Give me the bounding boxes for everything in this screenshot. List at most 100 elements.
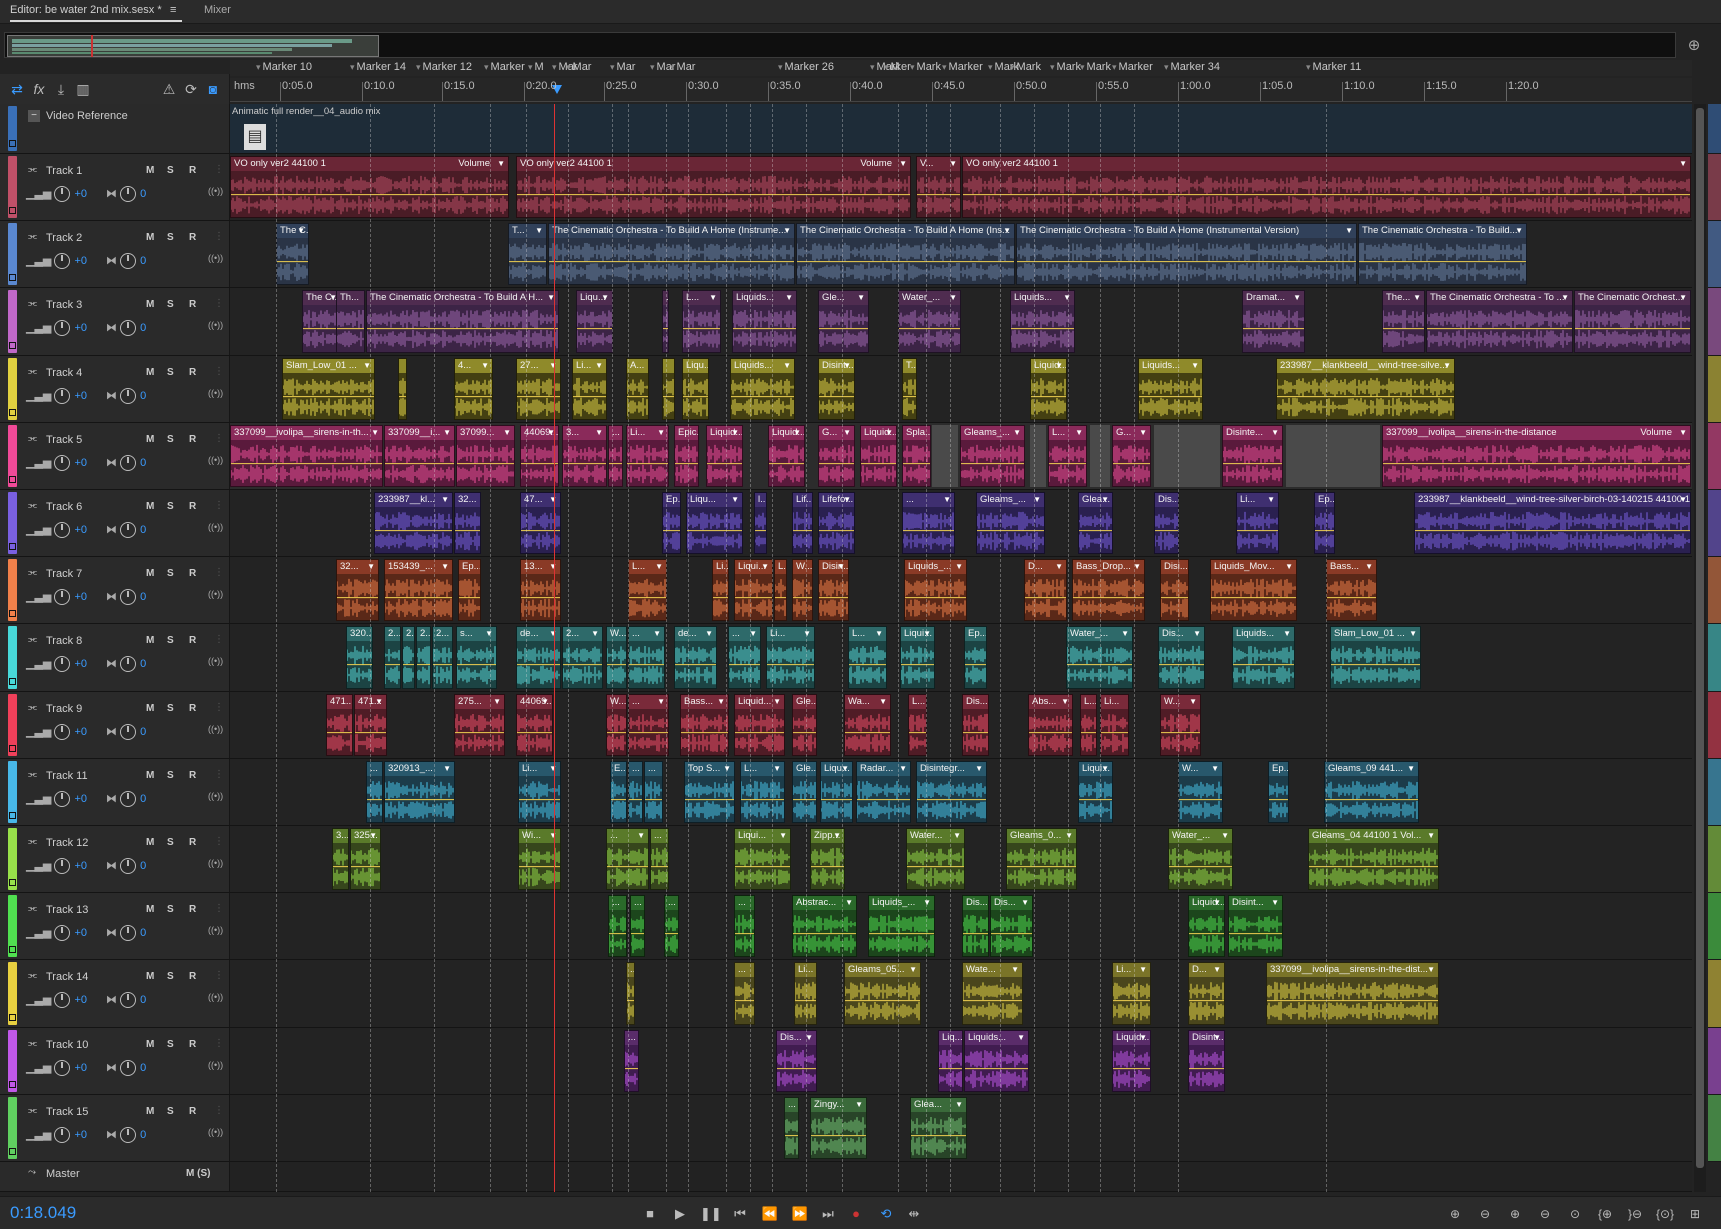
effects-icon[interactable]: fx (30, 80, 48, 98)
track-color-strip[interactable] (8, 760, 17, 823)
volume-value[interactable]: +0 (74, 1062, 87, 1074)
audio-clip[interactable]: Dis... (962, 693, 989, 756)
audio-clip[interactable]: Disint... ▼ (818, 357, 855, 420)
clip-dropdown-icon[interactable]: ▼ (549, 762, 557, 776)
pan-knob[interactable] (120, 1126, 137, 1143)
track-name[interactable]: Track 10 (46, 1039, 88, 1051)
clip-dropdown-icon[interactable]: ▼ (441, 560, 449, 574)
marker-label[interactable]: Marker 10 (256, 61, 313, 73)
audio-clip[interactable]: Li... ▼ (518, 760, 561, 823)
audio-clip[interactable]: W... (792, 559, 813, 622)
clip-dropdown-icon[interactable]: ▼ (843, 493, 851, 507)
pan-value[interactable]: 0 (140, 658, 146, 670)
audio-clip[interactable]: Gleams_0... ▼ (1006, 828, 1077, 891)
volume-value[interactable]: +0 (74, 390, 87, 402)
output-icon[interactable]: ((•)) (208, 858, 223, 868)
volume-control[interactable]: ▁▃▅ +0 (26, 589, 87, 606)
volume-value[interactable]: +0 (74, 255, 87, 267)
audio-clip[interactable]: The Cinematic Orchestra - To Build... ▼ (1358, 223, 1527, 286)
audio-clip[interactable]: Glea... ▼ (910, 1096, 967, 1159)
audio-clip[interactable]: E... (610, 760, 627, 823)
pan-value[interactable]: 0 (140, 927, 146, 939)
audio-clip[interactable]: G... ▼ (818, 424, 855, 487)
volume-knob[interactable] (54, 522, 71, 538)
clip-dropdown-icon[interactable]: ▼ (845, 896, 853, 910)
track-lane[interactable]: The C... ▼ Th... The Cinematic Orchestra - … (230, 288, 1692, 354)
record-arm-button[interactable]: R (189, 1106, 196, 1117)
clip-dropdown-icon[interactable]: ▼ (1679, 291, 1687, 305)
output-icon[interactable]: ((•)) (208, 724, 223, 734)
clip-dropdown-icon[interactable]: ▼ (1021, 896, 1029, 910)
track-name[interactable]: Track 8 (46, 635, 82, 647)
output-icon[interactable]: ((•)) (208, 320, 223, 330)
audio-clip[interactable]: Water_... ▼ (1066, 626, 1133, 689)
clip-dropdown-icon[interactable]: ▼ (875, 627, 883, 641)
collapse-icon[interactable]: − (28, 110, 40, 122)
audio-clip[interactable]: Li... ▼ (1236, 492, 1279, 555)
clip-dropdown-icon[interactable]: ▼ (1345, 224, 1353, 238)
clip-dropdown-icon[interactable]: ▼ (843, 426, 851, 440)
audio-clip[interactable]: Glea... ▼ (1078, 492, 1113, 555)
clip-dropdown-icon[interactable]: ▼ (1063, 291, 1071, 305)
clip-dropdown-icon[interactable]: ▼ (899, 157, 907, 171)
volume-value[interactable]: +0 (74, 457, 87, 469)
pan-knob[interactable] (120, 1059, 137, 1076)
audio-clip[interactable]: L... ▼ (740, 760, 785, 823)
audio-clip[interactable]: s... ▼ (456, 626, 497, 689)
audio-clip[interactable]: 325... ▼ (350, 828, 381, 891)
clip-dropdown-icon[interactable]: ▼ (1065, 829, 1073, 843)
clip-dropdown-icon[interactable]: ▼ (731, 426, 739, 440)
audio-clip[interactable]: A... (626, 357, 649, 420)
audio-clip[interactable]: The Cinematic Orchestra - To ... ▼ (1426, 290, 1573, 353)
audio-clip[interactable]: W... ▼ (1160, 693, 1201, 756)
marker-label[interactable]: Marker (942, 61, 983, 73)
audio-clip[interactable]: L... ▼ (628, 559, 667, 622)
track-lane[interactable]: ...320913_...▼Li...▼E.........Top S...▼L… (230, 759, 1692, 825)
volume-control[interactable]: ▁▃▅ +0 (26, 387, 87, 404)
audio-clip[interactable]: 2... (416, 626, 431, 689)
clip-dropdown-icon[interactable]: ▼ (1271, 426, 1279, 440)
pan-knob[interactable] (120, 522, 137, 538)
clip-dropdown-icon[interactable]: ▼ (1133, 560, 1141, 574)
clip-dropdown-icon[interactable]: ▼ (1017, 1031, 1025, 1045)
drag-handle-icon[interactable]: ⋮ (214, 567, 224, 578)
mute-button[interactable]: M (146, 232, 154, 243)
volume-control[interactable]: ▁▃▅ +0 (26, 790, 87, 807)
audio-clip[interactable]: Liquids... ▼ (1138, 357, 1203, 420)
pan-control[interactable]: ⧓ 0 (106, 186, 146, 202)
clip-dropdown-icon[interactable]: ▼ (1013, 426, 1021, 440)
marker-label[interactable]: Marker (1112, 61, 1153, 73)
marker-label[interactable]: Mark (910, 61, 941, 73)
pan-knob[interactable] (120, 253, 137, 270)
track-name[interactable]: Track 3 (46, 299, 82, 311)
audio-clip[interactable]: W... (606, 693, 627, 756)
audio-clip[interactable]: Gleams_... ▼ (976, 492, 1045, 555)
overview-visible-range[interactable] (7, 35, 379, 57)
audio-clip[interactable]: ... (608, 895, 627, 958)
record-arm-button[interactable]: R (189, 1039, 196, 1050)
volume-value[interactable]: +0 (74, 793, 87, 805)
audio-clip[interactable]: Dis... (1154, 492, 1179, 555)
audio-clip[interactable]: ... (628, 760, 643, 823)
marker-label[interactable]: Mark (1010, 61, 1041, 73)
zoom-selection-icon[interactable]: {⊙} (1654, 1204, 1676, 1224)
clip-dropdown-icon[interactable]: ▼ (1213, 896, 1221, 910)
pan-knob[interactable] (120, 454, 137, 471)
solo-button[interactable]: S (167, 434, 174, 445)
clip-dropdown-icon[interactable]: ▼ (843, 359, 851, 373)
eq-icon[interactable]: ▥ (74, 80, 92, 98)
mute-button[interactable]: M (146, 568, 154, 579)
track-color-strip[interactable] (8, 693, 17, 756)
audio-clip[interactable]: Liq... (938, 1029, 963, 1092)
volume-knob[interactable] (54, 253, 71, 270)
mute-button[interactable]: M (146, 367, 154, 378)
solo-button[interactable]: S (167, 568, 174, 579)
record-arm-button[interactable]: R (189, 635, 196, 646)
clip-dropdown-icon[interactable]: ▼ (1139, 426, 1147, 440)
record-arm-button[interactable]: R (189, 703, 196, 714)
zoom-in-amplitude-icon[interactable]: ⊕ (1444, 1204, 1466, 1224)
volume-knob[interactable] (54, 992, 71, 1009)
record-arm-button[interactable]: R (189, 904, 196, 915)
clip-dropdown-icon[interactable]: ▼ (1561, 291, 1569, 305)
record-arm-button[interactable]: R (189, 770, 196, 781)
